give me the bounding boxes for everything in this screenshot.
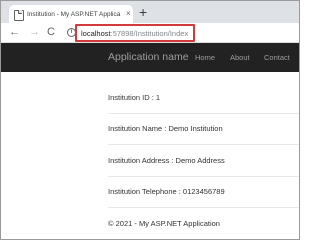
close-tab-icon[interactable]: × (126, 10, 131, 18)
browser-window: Institution - My ASP.NET Applica × + ← →… (0, 0, 300, 240)
institution-id: Institution ID : 1 (108, 93, 161, 102)
divider (108, 113, 299, 114)
nav-link-contact[interactable]: Contact (264, 53, 290, 62)
divider (108, 176, 299, 177)
site-navbar: Application name Home About Contact (1, 43, 299, 72)
page-favicon-icon (14, 9, 24, 21)
address-toolbar: ← → C i localhost:57898/Institution/Inde… (1, 23, 299, 43)
nav-link-about[interactable]: About (230, 53, 250, 62)
address-bar[interactable]: localhost:57898/Institution/Index (75, 24, 195, 42)
back-arrow-icon[interactable]: ← (9, 26, 20, 38)
institution-address: Institution Address : Demo Address (108, 156, 225, 165)
url-host: localhost (81, 28, 111, 38)
new-tab-icon[interactable]: + (139, 5, 147, 19)
footer-text: © 2021 - My ASP.NET Application (108, 219, 220, 228)
institution-name: Institution Name : Demo Institution (108, 124, 223, 133)
browser-tab[interactable]: Institution - My ASP.NET Applica × (9, 5, 133, 23)
brand-link[interactable]: Application name (108, 51, 189, 63)
divider (108, 207, 299, 208)
divider (108, 144, 299, 145)
forward-arrow-icon[interactable]: → (29, 26, 40, 38)
url-path: :57898/Institution/Index (110, 28, 189, 38)
tab-title: Institution - My ASP.NET Applica (27, 10, 121, 18)
nav-link-home[interactable]: Home (195, 53, 215, 62)
tab-strip: Institution - My ASP.NET Applica × + (1, 1, 299, 23)
reload-icon[interactable]: C (47, 26, 55, 38)
institution-telephone: Institution Telephone : 0123456789 (108, 187, 225, 196)
